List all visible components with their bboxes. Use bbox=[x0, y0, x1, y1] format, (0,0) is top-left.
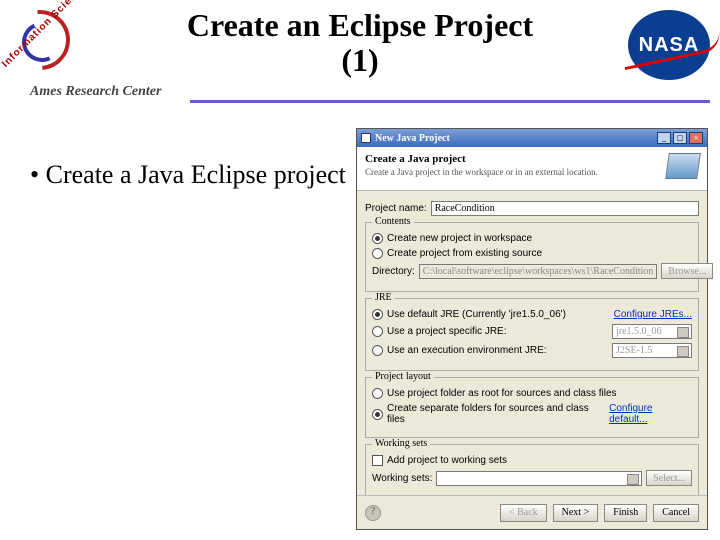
jre-radio-specific[interactable] bbox=[372, 326, 383, 337]
bullet-item: • Create a Java Eclipse project bbox=[30, 160, 350, 190]
contents-opt2: Create project from existing source bbox=[387, 248, 542, 259]
jre-opt3: Use an execution environment JRE: bbox=[387, 345, 547, 356]
project-name-input[interactable]: RaceCondition bbox=[431, 201, 699, 216]
title-line1: Create an Eclipse Project bbox=[187, 7, 533, 43]
nasa-logo: NASA bbox=[628, 10, 710, 80]
title-line2: (1) bbox=[341, 42, 378, 78]
jre-radio-default[interactable] bbox=[372, 309, 383, 320]
window-icon bbox=[361, 133, 371, 143]
banner-title: Create a Java project bbox=[365, 153, 699, 165]
back-button[interactable]: < Back bbox=[500, 504, 547, 522]
ws-label: Working sets: bbox=[372, 473, 432, 484]
jre-opt2: Use a project specific JRE: bbox=[387, 326, 507, 337]
layout-opt1: Use project folder as root for sources a… bbox=[387, 388, 617, 399]
layout-radio-root[interactable] bbox=[372, 388, 383, 399]
layout-radio-separate[interactable] bbox=[372, 409, 383, 420]
contents-group: Contents Create new project in workspace… bbox=[365, 222, 699, 292]
folder-icon bbox=[665, 153, 701, 179]
directory-input: C:\local\software\eclipse\workspaces\ws1… bbox=[419, 264, 658, 279]
dialog-titlebar[interactable]: New Java Project _ □ × bbox=[357, 129, 707, 147]
jre-legend: JRE bbox=[372, 292, 395, 303]
contents-radio-workspace[interactable] bbox=[372, 233, 383, 244]
layout-group: Project layout Use project folder as roo… bbox=[365, 377, 699, 438]
jre-specific-select[interactable]: jre1.5.0_06 bbox=[612, 324, 692, 339]
contents-legend: Contents bbox=[372, 216, 414, 227]
configure-default-link[interactable]: Configure default... bbox=[609, 403, 692, 425]
finish-button[interactable]: Finish bbox=[604, 504, 647, 522]
contents-radio-existing[interactable] bbox=[372, 248, 383, 259]
contents-opt1: Create new project in workspace bbox=[387, 233, 532, 244]
jre-exec-env-select[interactable]: J2SE-1.5 bbox=[612, 343, 692, 358]
dialog-banner: Create a Java project Create a Java proj… bbox=[357, 147, 707, 191]
slide: Information Sciences & Technology Ames R… bbox=[0, 0, 720, 540]
layout-legend: Project layout bbox=[372, 371, 434, 382]
ws-chk-label: Add project to working sets bbox=[387, 455, 507, 466]
jre-opt1: Use default JRE (Currently 'jre1.5.0_06'… bbox=[387, 309, 566, 320]
jre-radio-exec-env[interactable] bbox=[372, 345, 383, 356]
title-underline bbox=[190, 100, 710, 103]
dialog-footer: ? < Back Next > Finish Cancel bbox=[357, 495, 707, 529]
workingsets-group: Working sets Add project to working sets… bbox=[365, 444, 699, 499]
minimize-button[interactable]: _ bbox=[657, 132, 671, 144]
dialog-title: New Java Project bbox=[375, 133, 450, 144]
browse-button[interactable]: Browse... bbox=[661, 263, 713, 279]
maximize-button[interactable]: □ bbox=[673, 132, 687, 144]
bullet-marker: • bbox=[30, 160, 39, 189]
new-java-project-dialog: New Java Project _ □ × Create a Java pro… bbox=[356, 128, 708, 530]
banner-subtitle: Create a Java project in the workspace o… bbox=[365, 167, 699, 177]
ws-legend: Working sets bbox=[372, 438, 430, 449]
configure-jres-link[interactable]: Configure JREs... bbox=[614, 309, 692, 320]
jre-group: JRE Use default JRE (Currently 'jre1.5.0… bbox=[365, 298, 699, 371]
arc-center-label: Ames Research Center bbox=[30, 84, 161, 100]
project-name-label: Project name: bbox=[365, 203, 427, 214]
ws-select[interactable] bbox=[436, 471, 642, 486]
slide-title: Create an Eclipse Project (1) bbox=[0, 8, 720, 78]
close-button[interactable]: × bbox=[689, 132, 703, 144]
ws-add-checkbox[interactable] bbox=[372, 455, 383, 466]
ws-select-button[interactable]: Select... bbox=[646, 470, 692, 486]
bullet-text: Create a Java Eclipse project bbox=[46, 160, 346, 189]
cancel-button[interactable]: Cancel bbox=[653, 504, 699, 522]
next-button[interactable]: Next > bbox=[553, 504, 599, 522]
layout-opt2: Create separate folders for sources and … bbox=[387, 403, 605, 425]
dialog-body: Project name: RaceCondition Contents Cre… bbox=[357, 191, 707, 505]
help-icon[interactable]: ? bbox=[365, 505, 381, 521]
directory-label: Directory: bbox=[372, 266, 415, 277]
